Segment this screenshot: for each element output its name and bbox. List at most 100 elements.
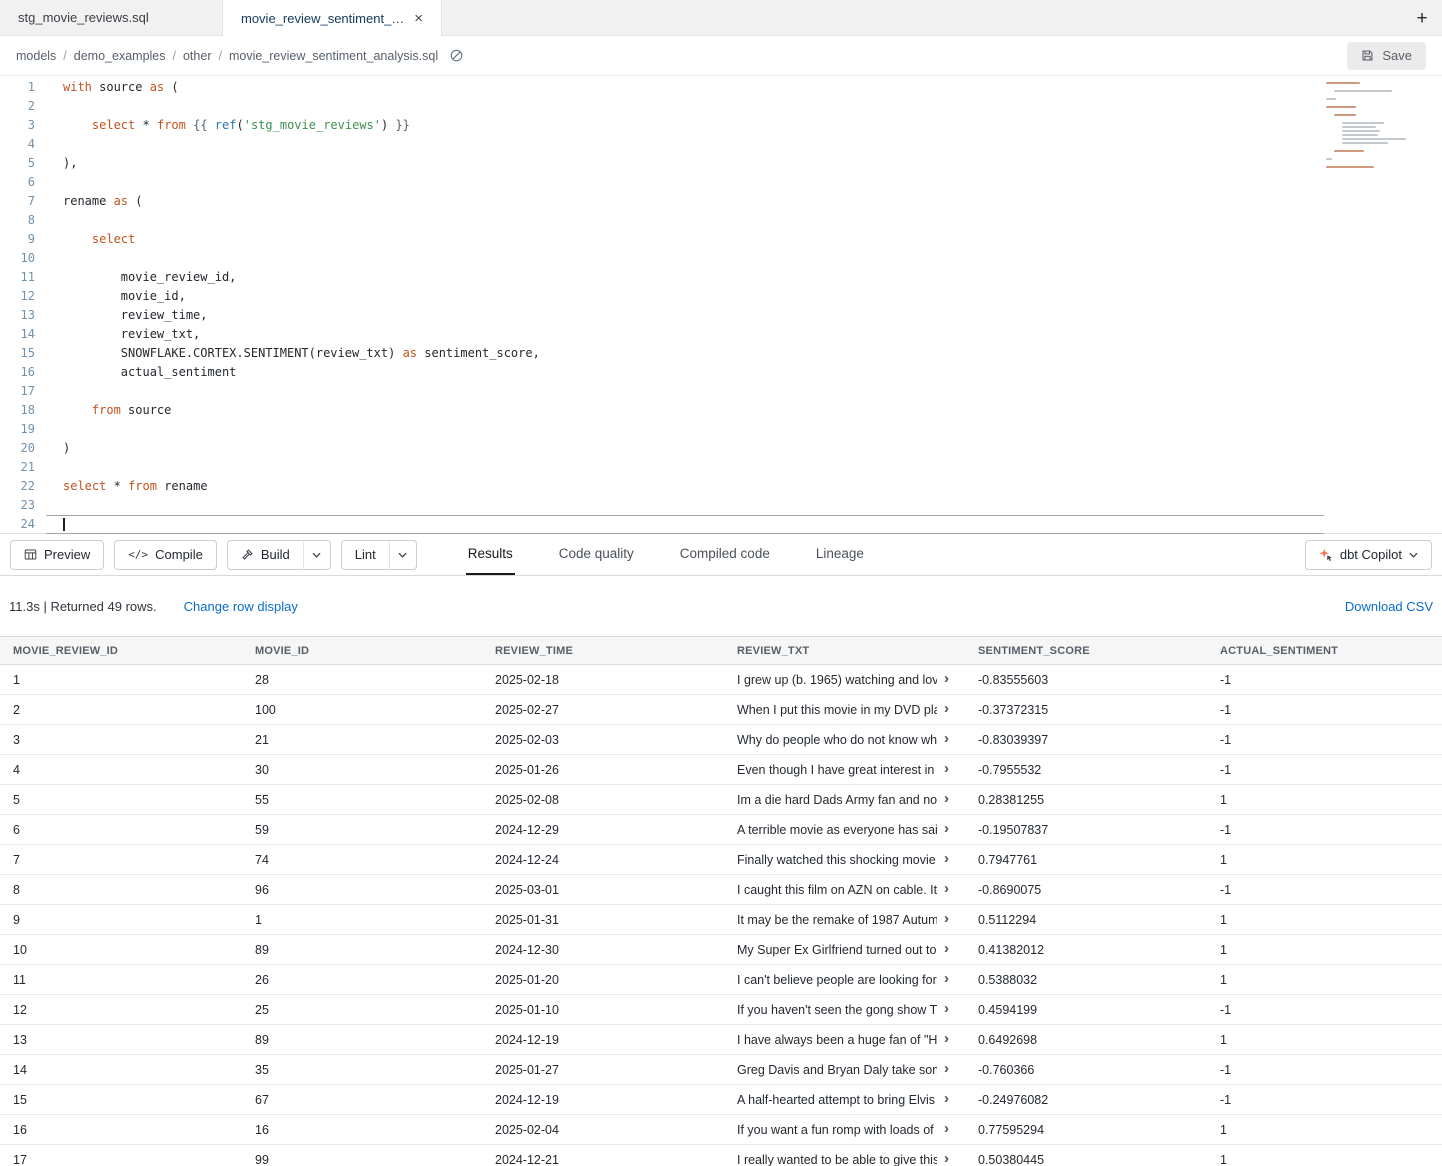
expand-review-icon[interactable]: ›: [944, 1120, 949, 1137]
cell-movie_id: 59: [242, 815, 482, 845]
save-button[interactable]: Save: [1347, 42, 1426, 70]
line-number: 19: [0, 420, 35, 439]
file-state-icon[interactable]: [449, 48, 464, 63]
dbt-copilot-button[interactable]: dbt Copilot: [1305, 540, 1432, 570]
cell-review_txt: A terrible movie as everyone has said. ……: [724, 815, 965, 845]
cell-sentiment_score: 0.5388032: [965, 965, 1207, 995]
cell-actual_sentiment: 1: [1207, 845, 1442, 875]
cell-movie_review_id: 14: [0, 1055, 242, 1085]
cell-sentiment_score: 0.7947761: [965, 845, 1207, 875]
cell-review_time: 2024-12-30: [482, 935, 724, 965]
compile-button[interactable]: </> Compile: [114, 540, 217, 570]
cell-movie_review_id: 15: [0, 1085, 242, 1115]
cell-sentiment_score: 0.6492698: [965, 1025, 1207, 1055]
line-number: 5: [0, 154, 35, 173]
expand-review-icon[interactable]: ›: [944, 760, 949, 777]
review-text: I can't believe people are looking for a…: [737, 973, 937, 987]
expand-review-icon[interactable]: ›: [944, 790, 949, 807]
expand-review-icon[interactable]: ›: [944, 1000, 949, 1017]
results-row: 15672024-12-19A half-hearted attempt to …: [0, 1085, 1442, 1115]
cell-movie_review_id: 5: [0, 785, 242, 815]
lint-split-button: Lint: [341, 540, 417, 570]
breadcrumb-models[interactable]: models: [16, 49, 56, 63]
cell-movie_id: 55: [242, 785, 482, 815]
review-text: If you haven't seen the gong show TV s…: [737, 1003, 937, 1017]
breadcrumb-separator: /: [63, 49, 66, 63]
expand-review-icon[interactable]: ›: [944, 910, 949, 927]
line-number: 10: [0, 249, 35, 268]
expand-review-icon[interactable]: ›: [944, 880, 949, 897]
cell-sentiment_score: -0.8690075: [965, 875, 1207, 905]
code-editor[interactable]: 123456789101112131415161718192021222324 …: [0, 76, 1442, 534]
lint-button[interactable]: Lint: [341, 540, 390, 570]
cell-movie_review_id: 11: [0, 965, 242, 995]
expand-review-icon[interactable]: ›: [944, 820, 949, 837]
cell-review_time: 2025-01-20: [482, 965, 724, 995]
review-text: When I put this movie in my DVD playe…: [737, 703, 937, 717]
expand-review-icon[interactable]: ›: [944, 670, 949, 687]
cell-sentiment_score: -0.83555603: [965, 665, 1207, 695]
review-text: Finally watched this shocking movie la…: [737, 853, 937, 867]
cell-actual_sentiment: -1: [1207, 755, 1442, 785]
cell-movie_id: 96: [242, 875, 482, 905]
save-label: Save: [1382, 48, 1412, 63]
lint-dropdown-chevron-icon[interactable]: [390, 540, 417, 570]
expand-review-icon[interactable]: ›: [944, 1090, 949, 1107]
breadcrumb-demo-examples[interactable]: demo_examples: [74, 49, 166, 63]
review-text: Why do people who do not know what…: [737, 733, 937, 747]
code-line: select: [46, 230, 1324, 249]
query-summary: 11.3s | Returned 49 rows.: [9, 599, 157, 614]
tab-results[interactable]: Results: [466, 534, 515, 575]
tab-compiled-code[interactable]: Compiled code: [678, 534, 772, 575]
cell-review_txt: I have always been a huge fan of "Hom…›: [724, 1025, 965, 1055]
preview-button[interactable]: Preview: [10, 540, 104, 570]
cell-review_time: 2025-02-18: [482, 665, 724, 695]
file-tab-bar: stg_movie_reviews.sql movie_review_senti…: [0, 0, 1442, 36]
build-button[interactable]: Build: [227, 540, 304, 570]
expand-review-icon[interactable]: ›: [944, 730, 949, 747]
results-row: 3212025-02-03Why do people who do not kn…: [0, 725, 1442, 755]
line-number: 2: [0, 97, 35, 116]
tab-movie-review-sentiment[interactable]: movie_review_sentiment_… ×: [222, 0, 442, 36]
review-text: If you want a fun romp with loads of s…: [737, 1123, 937, 1137]
line-number: 3: [0, 116, 35, 135]
cell-actual_sentiment: 1: [1207, 1025, 1442, 1055]
close-tab-icon[interactable]: ×: [414, 11, 423, 26]
code-line: [46, 420, 1324, 439]
cell-review_time: 2024-12-29: [482, 815, 724, 845]
breadcrumb-bar: models / demo_examples / other / movie_r…: [0, 36, 1442, 76]
review-text: Greg Davis and Bryan Daly take some …: [737, 1063, 937, 1077]
minimap[interactable]: [1326, 82, 1432, 168]
expand-review-icon[interactable]: ›: [944, 970, 949, 987]
editor-code[interactable]: with source as ( select * from {{ ref('s…: [46, 76, 1324, 533]
build-dropdown-chevron-icon[interactable]: [304, 540, 331, 570]
line-number: 20: [0, 439, 35, 458]
line-number: 16: [0, 363, 35, 382]
tab-code-quality[interactable]: Code quality: [557, 534, 636, 575]
expand-review-icon[interactable]: ›: [944, 940, 949, 957]
download-csv-link[interactable]: Download CSV: [1345, 599, 1433, 614]
expand-review-icon[interactable]: ›: [944, 700, 949, 717]
results-row: 1282025-02-18I grew up (b. 1965) watchin…: [0, 665, 1442, 695]
expand-review-icon[interactable]: ›: [944, 850, 949, 867]
results-row: 16162025-02-04If you want a fun romp wit…: [0, 1115, 1442, 1145]
review-text: I grew up (b. 1965) watching and lovin…: [737, 673, 937, 687]
lint-label: Lint: [355, 547, 376, 562]
cell-movie_review_id: 2: [0, 695, 242, 725]
breadcrumb-separator: /: [173, 49, 176, 63]
tab-stg-movie-reviews[interactable]: stg_movie_reviews.sql: [0, 0, 222, 35]
change-row-display-link[interactable]: Change row display: [184, 599, 298, 614]
text-cursor: [63, 518, 65, 531]
code-line: review_time,: [46, 306, 1324, 325]
result-tabs: Results Code quality Compiled code Linea…: [445, 534, 887, 575]
review-text: A terrible movie as everyone has said. …: [737, 823, 937, 837]
code-line: select * from rename: [46, 477, 1324, 496]
breadcrumb-other[interactable]: other: [183, 49, 212, 63]
expand-review-icon[interactable]: ›: [944, 1060, 949, 1077]
cell-movie_review_id: 13: [0, 1025, 242, 1055]
tab-lineage[interactable]: Lineage: [814, 534, 866, 575]
new-tab-button[interactable]: +: [1410, 7, 1434, 31]
cell-actual_sentiment: -1: [1207, 1055, 1442, 1085]
expand-review-icon[interactable]: ›: [944, 1030, 949, 1047]
expand-review-icon[interactable]: ›: [944, 1150, 949, 1166]
